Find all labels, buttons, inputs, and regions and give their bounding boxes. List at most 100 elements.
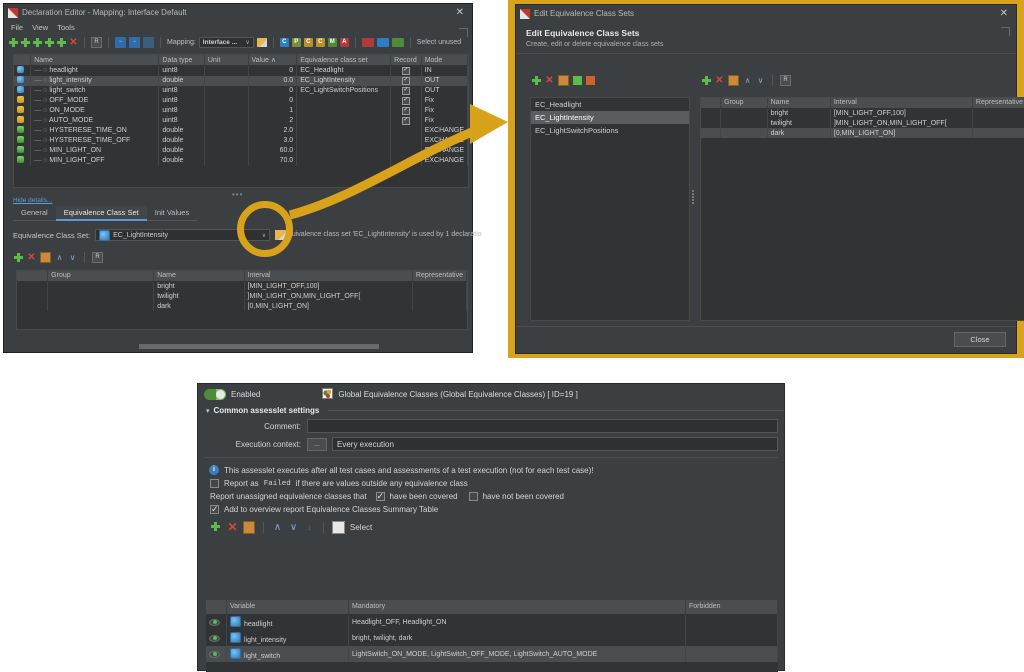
col-representative[interactable]: Representative xyxy=(412,271,467,282)
col-group[interactable]: Group xyxy=(47,271,155,282)
table-row[interactable]: — ○ MIN_LIGHT_OFF double 70.0 EXCHANGE xyxy=(14,155,468,166)
table-row[interactable]: light_switch LightSwitch_ON_MODE, LightSw… xyxy=(206,646,778,662)
calibration-filter-icon[interactable]: P xyxy=(291,37,301,47)
col-unit[interactable]: Unit xyxy=(204,55,249,66)
col-data-type[interactable]: Data type xyxy=(158,55,205,66)
equivalence-class-set-list[interactable]: EC_Headlight EC_LightIntensity EC_LightSwi… xyxy=(530,97,690,321)
move-up-icon[interactable]: ∧ xyxy=(55,253,64,262)
table-row[interactable]: — ○ MIN_LIGHT_ON double 60.0 EXCHANGE xyxy=(14,145,468,156)
visibility-eye-icon[interactable] xyxy=(209,634,220,642)
table-row[interactable]: light_intensity bright, twilight, dark xyxy=(206,630,778,646)
have-been-covered-checkbox[interactable] xyxy=(375,491,385,502)
col-value[interactable]: Value ∧ xyxy=(248,55,298,66)
table-row[interactable]: — ○ OFF_MODE uint8 0 ✓ Fix xyxy=(14,95,468,106)
sort-icon[interactable]: ↓ xyxy=(304,522,315,533)
cell-record[interactable]: ✓ xyxy=(390,95,422,106)
cell-visibility[interactable] xyxy=(206,630,227,646)
class-table-container[interactable]: Group Name Interval Representative brigh… xyxy=(700,97,1024,321)
move-up-icon[interactable]: ∧ xyxy=(272,523,283,533)
tab-general[interactable]: General xyxy=(13,206,56,221)
table-row[interactable]: — ○ ON_MODE uint8 1 ✓ Fix xyxy=(14,105,468,116)
constant-filter-icon[interactable]: C xyxy=(303,37,313,47)
table-row[interactable]: — ○ HYSTERESE_TIME_OFF double 3.0 EXCHANGE xyxy=(14,135,468,146)
move-up-icon[interactable]: ∧ xyxy=(743,76,752,85)
add-measurement-icon[interactable] xyxy=(45,37,54,47)
table-row[interactable]: bright [MIN_LIGHT_OFF,100] xyxy=(17,281,467,291)
list-item[interactable]: EC_LightSwitchPositions xyxy=(531,124,689,137)
select-variables-icon[interactable] xyxy=(332,521,345,534)
enabled-toggle[interactable] xyxy=(204,388,226,400)
delete-class-icon[interactable]: ✕ xyxy=(715,76,724,86)
copy-set-icon[interactable] xyxy=(558,75,569,86)
table-row[interactable]: bright [MIN_LIGHT_OFF,100] xyxy=(701,108,1024,118)
add-row-icon[interactable] xyxy=(211,522,222,533)
cell-visibility[interactable] xyxy=(206,646,227,662)
select-button-label[interactable]: Select xyxy=(350,523,372,532)
rename-class-icon[interactable]: R xyxy=(780,75,791,86)
select-unused-button[interactable]: Select unused xyxy=(417,39,461,46)
group-red-icon[interactable] xyxy=(361,37,374,47)
col-ecs[interactable]: Equivalence class set xyxy=(296,55,392,66)
equivalence-class-table-container[interactable]: Group Name Interval Representative brigh… xyxy=(16,270,468,330)
group-green-icon[interactable] xyxy=(391,37,404,47)
table-row[interactable]: dark [0,MIN_LIGHT_ON] xyxy=(701,128,1024,138)
tab-equivalence-class-set[interactable]: Equivalence Class Set xyxy=(55,206,147,221)
cell-record[interactable]: ✓ xyxy=(390,85,422,96)
col-mandatory[interactable]: Mandatory xyxy=(348,600,686,615)
cell-record[interactable] xyxy=(390,135,422,146)
hide-details-link[interactable]: Hide details... xyxy=(13,197,52,204)
cell-record[interactable]: ✓ xyxy=(390,105,422,116)
edit-mapping-icon[interactable] xyxy=(256,37,267,47)
add-summary-checkbox[interactable] xyxy=(210,504,219,515)
copy-icon[interactable] xyxy=(243,521,255,534)
execution-context-value[interactable]: Every execution xyxy=(332,437,778,451)
filter-icon[interactable] xyxy=(143,36,154,48)
rename-icon[interactable]: R xyxy=(91,36,102,48)
cell-record[interactable]: ✓ xyxy=(390,115,422,126)
table-row[interactable]: twilight]MIN_LIGHT_ON,MIN_LIGHT_OFF[ xyxy=(701,118,1024,128)
comment-input[interactable] xyxy=(307,419,778,433)
constant2-filter-icon[interactable]: C xyxy=(315,37,325,47)
group-blue-icon[interactable] xyxy=(376,37,389,47)
menu-item-tools[interactable]: Tools xyxy=(57,23,75,32)
delete-equivalence-class-icon[interactable]: ✕ xyxy=(27,253,36,263)
col-name[interactable]: Name xyxy=(767,98,831,109)
col-representative[interactable]: Representative xyxy=(972,98,1024,109)
list-item[interactable]: EC_LightIntensity xyxy=(531,111,689,124)
cell-record[interactable]: ✓ xyxy=(390,75,422,86)
declaration-grid-hscrollbar[interactable] xyxy=(14,344,454,349)
delete-row-icon[interactable]: ✕ xyxy=(227,521,238,533)
copy-class-icon[interactable] xyxy=(728,75,739,86)
move-down-icon[interactable]: ∨ xyxy=(68,253,77,262)
cell-record[interactable] xyxy=(390,155,422,166)
tab-init-values[interactable]: Init Values xyxy=(146,206,198,221)
col-interval[interactable]: Interval xyxy=(830,98,973,109)
add-set-icon[interactable] xyxy=(532,76,541,85)
menu-item-view[interactable]: View xyxy=(32,23,48,32)
move-down-icon[interactable]: ∨ xyxy=(288,523,299,533)
delete-set-icon[interactable]: ✕ xyxy=(545,76,554,86)
import-set-icon[interactable] xyxy=(573,76,582,85)
assesslet-variable-table-container[interactable]: Variable Mandatory Forbidden headlight He… xyxy=(206,600,778,672)
col-mode[interactable]: Mode xyxy=(421,55,468,66)
cell-visibility[interactable] xyxy=(206,614,227,630)
collapse-all-icon[interactable]: − xyxy=(115,36,126,48)
close-button[interactable]: Close xyxy=(954,332,1006,347)
col-interval[interactable]: Interval xyxy=(244,271,413,282)
table-row[interactable]: — ○ light_switch uint8 0 EC_LightSwitchPosi… xyxy=(14,85,468,96)
col-name[interactable]: Name xyxy=(30,55,160,66)
col-forbidden[interactable]: Forbidden xyxy=(685,600,778,615)
table-row[interactable]: — ○ HYSTERESE_TIME_ON double 2.0 EXCHANGE xyxy=(14,125,468,136)
add-array-icon[interactable] xyxy=(57,37,66,47)
execution-context-browse-button[interactable]: ... xyxy=(307,437,327,451)
splitter-handle[interactable]: ••• xyxy=(232,190,243,199)
visibility-eye-icon[interactable] xyxy=(209,618,220,626)
cell-record[interactable] xyxy=(390,145,422,156)
measurement-filter-icon[interactable]: M xyxy=(327,37,337,47)
splitter-grip[interactable] xyxy=(692,190,695,204)
report-failed-checkbox[interactable] xyxy=(210,479,219,488)
array-filter-icon[interactable]: A xyxy=(339,37,349,47)
hscroll-thumb[interactable] xyxy=(139,344,379,349)
cell-record[interactable]: ✓ xyxy=(390,65,422,76)
add-equivalence-class-icon[interactable] xyxy=(14,253,23,262)
